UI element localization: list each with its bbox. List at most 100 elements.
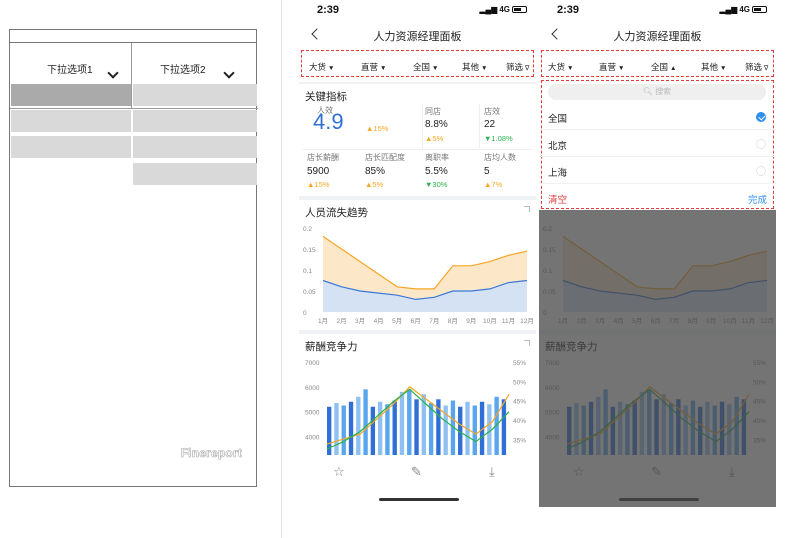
filter-bar: 大货 ▼ 直营 ▼ 全国 ▼ 其他 ▼ 筛选 ∇ bbox=[299, 48, 536, 82]
x-tick-label: 7月 bbox=[429, 317, 439, 325]
filter-label: 其他 bbox=[701, 62, 719, 72]
y-tick-label: 0.2 bbox=[303, 226, 312, 233]
turnover-title: 人员流失趋势 bbox=[305, 207, 368, 219]
y-tick-label: 0.15 bbox=[303, 247, 316, 254]
network-label: 4G bbox=[739, 5, 750, 14]
dim-overlay[interactable] bbox=[539, 210, 776, 507]
filter-dahuo[interactable]: 大货 ▼ bbox=[548, 61, 573, 73]
bar bbox=[363, 389, 368, 455]
kpi-label: 店效 bbox=[484, 107, 500, 116]
nav-bar: 人力资源经理面板 bbox=[299, 22, 536, 48]
placeholder-cell bbox=[133, 110, 257, 132]
kpi-value: 8.8% bbox=[425, 119, 448, 130]
bar bbox=[385, 404, 390, 455]
bar bbox=[501, 399, 507, 455]
filter-quanguo[interactable]: 全国 ▼ bbox=[413, 61, 438, 73]
radio-icon[interactable] bbox=[756, 166, 766, 176]
page-title: 人力资源经理面板 bbox=[613, 31, 702, 43]
phone-filter-dropdown: 2:39 ▂▄▆ 4G 人力资源经理面板 大货 ▼ 直营 ▼ 全国 ▲ 其他 ▼ 筛选 ∇… bbox=[539, 0, 776, 507]
network-label: 4G bbox=[499, 5, 510, 14]
bar bbox=[356, 396, 361, 455]
placeholder-cell bbox=[133, 84, 257, 106]
clear-button[interactable]: 清空 bbox=[548, 192, 567, 206]
kpi-delta: ▲7% bbox=[484, 180, 503, 189]
kpi-main-value: 4.9 bbox=[313, 109, 344, 134]
filter-qita[interactable]: 其他 ▼ bbox=[462, 61, 487, 73]
kpi-value: 5.5% bbox=[425, 166, 448, 177]
y-tick-label: 5000 bbox=[305, 410, 320, 417]
y-tick-label: 7000 bbox=[305, 360, 320, 367]
filter-label: 筛选 bbox=[506, 62, 524, 72]
expand-icon[interactable] bbox=[524, 206, 530, 212]
kpi-label: 店均人数 bbox=[484, 153, 516, 162]
checked-radio-icon[interactable] bbox=[756, 112, 766, 122]
filter-shaixuan[interactable]: 筛选 ∇ bbox=[506, 61, 529, 73]
bar bbox=[399, 391, 405, 455]
dropdown-arrow-icon: ▼ bbox=[328, 65, 335, 72]
filter-label: 直营 bbox=[599, 62, 617, 72]
dropdown-arrow-icon: ▼ bbox=[432, 65, 439, 72]
star-icon[interactable]: ☆ bbox=[333, 464, 345, 480]
chevron-down-icon bbox=[107, 67, 119, 79]
kpi-delta: ▲5% bbox=[365, 180, 384, 189]
option-shanghai[interactable]: 上海 bbox=[539, 158, 776, 184]
kpi-delta: ▲15% bbox=[307, 180, 330, 189]
dropdown-arrow-icon: ▼ bbox=[720, 65, 727, 72]
kpi-delta: ▼30% bbox=[425, 180, 448, 189]
download-icon[interactable]: ⤓ bbox=[489, 464, 495, 480]
turnover-card: 人员流失趋势 0 0.05 0.1 0.15 0.2 1月 2月 3月 4月 5月 6月 7月 8月 9月… bbox=[299, 200, 536, 330]
finereport-watermark: Finereport bbox=[180, 446, 242, 461]
filter-quanguo[interactable]: 全国 ▲ bbox=[651, 61, 676, 73]
bar bbox=[341, 405, 346, 455]
dropdown-footer: 清空 完成 bbox=[539, 191, 776, 209]
filter-zhiying[interactable]: 直营 ▼ bbox=[361, 61, 386, 73]
battery-icon bbox=[752, 6, 767, 13]
option-quanguo[interactable]: 全国 bbox=[539, 104, 776, 130]
x-tick-label: 5月 bbox=[392, 317, 402, 325]
option-label: 上海 bbox=[548, 168, 568, 179]
y2-tick-label: 40% bbox=[513, 418, 526, 425]
y-tick-label: 0.1 bbox=[303, 268, 312, 275]
salary-card: 薪酬竞争力 4000 5000 6000 7000 35% 40% 45% 50% 55% bbox=[299, 334, 536, 455]
placeholder-cell bbox=[11, 84, 131, 106]
status-time: 2:39 bbox=[317, 4, 340, 16]
option-beijing[interactable]: 北京 bbox=[539, 131, 776, 157]
nav-bar: 人力资源经理面板 bbox=[539, 22, 776, 48]
x-tick-label: 2月 bbox=[336, 317, 346, 325]
filter-shaixuan[interactable]: 筛选 ∇ bbox=[745, 61, 768, 73]
kpi-label: 店长匹配度 bbox=[365, 153, 405, 162]
home-indicator bbox=[379, 498, 459, 501]
wireframe-topbar bbox=[10, 30, 256, 43]
filter-zhiying[interactable]: 直营 ▼ bbox=[599, 61, 624, 73]
filter-dahuo[interactable]: 大货 ▼ bbox=[309, 61, 334, 73]
salary-chart: 4000 5000 6000 7000 35% 40% 45% 50% 55% bbox=[305, 360, 526, 455]
done-button[interactable]: 完成 bbox=[748, 192, 767, 206]
signal-indicator: ▂▄▆ 4G bbox=[719, 5, 767, 14]
status-bar: 2:39 ▂▄▆ 4G bbox=[299, 0, 536, 22]
x-tick-label: 3月 bbox=[355, 317, 365, 325]
y-tick-label: 6000 bbox=[305, 385, 320, 392]
divider bbox=[479, 104, 480, 148]
dropdown-arrow-up-icon: ▲ bbox=[670, 65, 677, 72]
signal-icon: ▂▄▆ bbox=[479, 5, 498, 14]
x-tick-label: 8月 bbox=[448, 317, 458, 325]
expand-icon[interactable] bbox=[524, 340, 530, 346]
battery-icon bbox=[512, 6, 527, 13]
signal-indicator: ▂▄▆ 4G bbox=[479, 5, 527, 14]
kpi-main-delta: ▲15% bbox=[366, 124, 389, 133]
y2-tick-label: 35% bbox=[513, 437, 526, 444]
kpi-card: 关键指标 人效 4.9 ▲15% 同店 8.8% ▲5% 店效 22 ▼1.08… bbox=[299, 84, 536, 196]
filter-qita[interactable]: 其他 ▼ bbox=[701, 61, 726, 73]
y2-tick-label: 50% bbox=[513, 379, 526, 386]
search-input[interactable]: 🔍︎ 搜索 bbox=[548, 84, 766, 100]
kpi-value: 5900 bbox=[307, 166, 330, 177]
pencil-icon[interactable]: ✎ bbox=[411, 464, 422, 480]
radio-icon[interactable] bbox=[756, 139, 766, 149]
dropdown-arrow-icon: ▼ bbox=[481, 65, 488, 72]
y-tick-label: 0 bbox=[303, 310, 307, 317]
kpi-title: 关键指标 bbox=[305, 91, 347, 103]
x-tick-label: 6月 bbox=[411, 317, 421, 325]
bar bbox=[334, 403, 339, 455]
dropdown-option-2-label: 下拉选项2 bbox=[160, 65, 206, 76]
bar bbox=[392, 400, 397, 455]
